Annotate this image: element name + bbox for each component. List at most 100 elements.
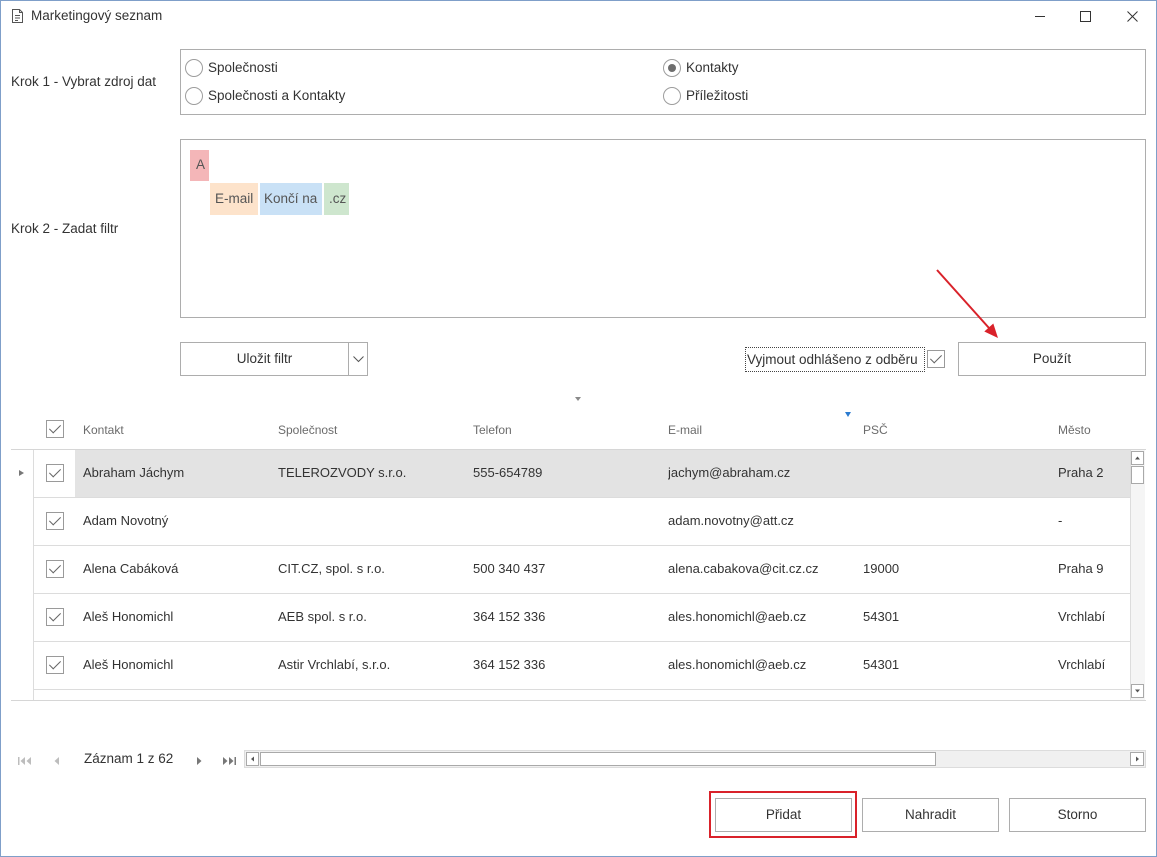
current-row-indicator-icon xyxy=(19,470,24,476)
table-row[interactable]: Adam Novotný adam.novotny@att.cz - xyxy=(11,498,1130,546)
maximize-button[interactable] xyxy=(1063,1,1107,31)
cell-phone: 500 340 437 xyxy=(473,561,546,576)
chevron-down-icon xyxy=(353,356,364,363)
exclude-unsubscribed-checkbox[interactable] xyxy=(927,350,945,368)
horizontal-scroll-thumb[interactable] xyxy=(260,752,936,766)
grid-bottom-border xyxy=(11,700,1146,701)
table-row[interactable]: Alena Cabáková CIT.CZ, spol. s r.o. 500 … xyxy=(11,546,1130,594)
column-header-contact[interactable]: Kontakt xyxy=(83,422,124,438)
radio-label: Příležitosti xyxy=(686,88,749,103)
column-header-company[interactable]: Společnost xyxy=(278,422,337,438)
row-checkbox[interactable] xyxy=(46,464,64,482)
scroll-up-button[interactable] xyxy=(1131,451,1144,465)
column-sort-indicator-icon xyxy=(845,412,851,417)
filter-group-operator-tag[interactable]: A xyxy=(190,150,209,181)
scroll-down-button[interactable] xyxy=(1131,684,1144,698)
close-icon xyxy=(1127,11,1138,22)
cell-email: adam.novotny@att.cz xyxy=(668,513,794,528)
cell-zip: 19000 xyxy=(863,561,900,576)
arrow-left-icon xyxy=(251,756,254,762)
cell-contact: Aleš Honomichl xyxy=(83,609,174,624)
annotation-arrow-head xyxy=(984,323,998,338)
save-filter-button[interactable]: Uložit filtr xyxy=(181,343,348,375)
replace-button[interactable]: Nahradit xyxy=(862,798,999,832)
save-filter-dropdown[interactable] xyxy=(348,343,367,375)
vertical-scrollbar[interactable] xyxy=(1130,450,1145,700)
row-checkbox[interactable] xyxy=(46,656,64,674)
next-record-icon xyxy=(197,757,202,765)
filter-editor[interactable] xyxy=(180,139,1146,318)
exclude-unsubscribed-label[interactable]: Vyjmout odhlášeno z odběru xyxy=(745,347,925,372)
cell-company: AEB spol. s r.o. xyxy=(278,609,367,624)
radio-option-opportunities[interactable]: Příležitosti xyxy=(663,87,963,107)
cell-contact: Abraham Jáchym xyxy=(83,465,185,480)
vertical-scroll-thumb[interactable] xyxy=(1131,466,1144,484)
add-button[interactable]: Přidat xyxy=(715,798,852,832)
radio-button xyxy=(185,59,203,77)
radio-label: Kontakty xyxy=(686,60,739,75)
expand-panel-toggle-icon[interactable] xyxy=(575,397,581,401)
scroll-right-button[interactable] xyxy=(1130,752,1144,766)
last-record-button[interactable] xyxy=(221,754,237,769)
cell-zip: 54301 xyxy=(863,609,900,624)
table-row[interactable]: Aleš Honomichl AEB spol. s r.o. 364 152 … xyxy=(11,594,1130,642)
cell-contact: Aleš Honomichl xyxy=(83,657,174,672)
cell-contact: Adam Novotný xyxy=(83,513,169,528)
minimize-icon xyxy=(1035,16,1045,17)
save-filter-split-button: Uložit filtr xyxy=(180,342,368,376)
table-row[interactable]: Aleš Honomichl Astir Vrchlabí, s.r.o. 36… xyxy=(11,642,1130,690)
minimize-button[interactable] xyxy=(1018,1,1062,31)
radio-label: Společnosti xyxy=(208,60,278,75)
table-row[interactable]: Abraham Jáchym TELEROZVODY s.r.o. 555-65… xyxy=(11,450,1130,498)
cell-email: ales.honomichl@aeb.cz xyxy=(668,609,807,624)
previous-record-button[interactable] xyxy=(53,754,61,769)
column-header-zip[interactable]: PSČ xyxy=(863,422,888,438)
filter-value-tag[interactable]: .cz xyxy=(324,183,349,215)
record-counter: Záznam 1 z 62 xyxy=(84,751,174,766)
radio-button xyxy=(663,87,681,105)
radio-label: Společnosti a Kontakty xyxy=(208,88,346,103)
cancel-button[interactable]: Storno xyxy=(1009,798,1146,832)
cell-phone: 555-654789 xyxy=(473,465,543,480)
radio-option-contacts[interactable]: Kontakty xyxy=(663,59,963,79)
previous-record-icon xyxy=(54,757,59,765)
column-header-phone[interactable]: Telefon xyxy=(473,422,512,438)
cell-city: Praha 2 xyxy=(1058,465,1104,480)
cell-company: TELEROZVODY s.r.o. xyxy=(278,465,407,480)
cell-city: Vrchlabí xyxy=(1058,609,1106,624)
scroll-left-button[interactable] xyxy=(246,752,259,766)
column-header-email[interactable]: E-mail xyxy=(668,422,702,438)
cell-email: alena.cabakova@cit.cz.cz xyxy=(668,561,819,576)
filter-operator-tag[interactable]: Končí na xyxy=(260,183,322,215)
annotation-overlay xyxy=(709,269,998,838)
column-header-city[interactable]: Město xyxy=(1058,422,1091,438)
step1-label: Krok 1 - Vybrat zdroj dat xyxy=(11,74,157,89)
close-button[interactable] xyxy=(1110,1,1154,31)
step2-label: Krok 2 - Zadat filtr xyxy=(11,221,119,236)
last-record-icon xyxy=(223,757,236,765)
marketing-list-window: Marketingový seznam Krok 1 - Vybrat zdro… xyxy=(0,0,1157,857)
row-checkbox[interactable] xyxy=(46,608,64,626)
list-document-icon xyxy=(10,8,24,24)
select-all-checkbox[interactable] xyxy=(46,420,64,438)
arrow-up-icon xyxy=(1135,456,1140,460)
horizontal-scrollbar[interactable] xyxy=(244,750,1146,768)
filter-field-tag[interactable]: E-mail xyxy=(210,183,258,215)
arrow-right-icon xyxy=(1136,756,1139,762)
cell-company: Astir Vrchlabí, s.r.o. xyxy=(278,657,391,672)
radio-option-companies-and-contacts[interactable]: Společnosti a Kontakty xyxy=(185,87,485,107)
row-checkbox[interactable] xyxy=(46,560,64,578)
first-record-button[interactable] xyxy=(17,754,33,769)
apply-button[interactable]: Použít xyxy=(958,342,1146,376)
cell-city: - xyxy=(1058,513,1063,528)
radio-button xyxy=(663,59,681,77)
next-record-button[interactable] xyxy=(195,754,203,769)
first-record-icon xyxy=(18,757,31,765)
cell-email: ales.honomichl@aeb.cz xyxy=(668,657,807,672)
radio-button xyxy=(185,87,203,105)
cell-contact: Alena Cabáková xyxy=(83,561,179,576)
cell-email: jachym@abraham.cz xyxy=(668,465,791,480)
arrow-down-icon xyxy=(1135,689,1140,693)
row-checkbox[interactable] xyxy=(46,512,64,530)
radio-option-companies[interactable]: Společnosti xyxy=(185,59,485,79)
